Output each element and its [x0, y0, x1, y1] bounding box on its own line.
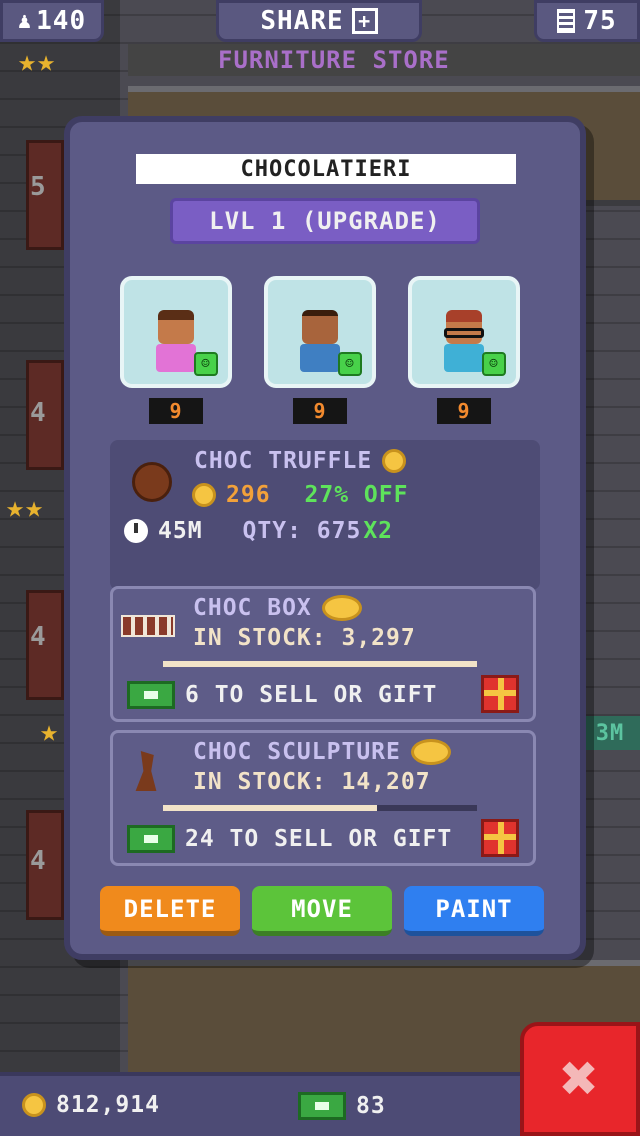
gift-icon[interactable]	[481, 819, 519, 857]
choc-box-icon	[121, 615, 175, 637]
resident-slot[interactable]: ☺ 9	[264, 276, 376, 424]
resident-card[interactable]: ☺	[264, 276, 376, 388]
stock-item-choc-box[interactable]: CHOC BOX IN STOCK: 3,297 6 TO SELL OR GI…	[110, 586, 536, 722]
resident-slot[interactable]: ☺ 9	[120, 276, 232, 424]
stock-time: 45M	[158, 518, 203, 544]
coin-icon	[192, 483, 216, 507]
resident-level: 9	[437, 398, 491, 424]
coin-stack-icon	[321, 595, 362, 621]
stock-progress-fill	[163, 661, 477, 667]
bux-icon	[127, 825, 175, 853]
resident-avatar	[302, 310, 338, 344]
paint-button[interactable]: PAINT	[404, 886, 544, 936]
population-value: 140	[36, 6, 87, 36]
floor-number: 4	[30, 846, 47, 876]
floor-number: 4	[30, 398, 47, 428]
share-button[interactable]: SHARE +	[216, 0, 422, 42]
stock-count: IN STOCK: 14,207	[193, 769, 431, 795]
product-cost: 296	[226, 482, 271, 508]
coins-total: 812,914	[56, 1092, 160, 1118]
stock-progress-bar	[163, 661, 477, 667]
resident-body	[444, 344, 484, 372]
sell-label: 24 TO SELL OR GIFT	[185, 826, 453, 852]
clock-icon	[124, 519, 148, 543]
star-icon: ★	[40, 714, 60, 749]
floors-counter[interactable]: 75	[534, 0, 640, 42]
residents-row: ☺ 9 ☺ 9 ☺ 9	[120, 276, 530, 426]
bux-icon	[298, 1092, 346, 1120]
happy-face-icon: ☺	[194, 352, 218, 376]
plus-square-icon: +	[351, 8, 378, 34]
resident-body	[300, 344, 340, 372]
stock-count: IN STOCK: 3,297	[193, 625, 416, 651]
building-icon	[557, 9, 576, 33]
choc-sculpture-icon	[135, 751, 157, 791]
resident-card[interactable]: ☺	[408, 276, 520, 388]
current-product-card[interactable]: CHOC TRUFFLE 296 27% OFF 45M QTY: 675 X2	[110, 440, 540, 590]
multiplier-label: X2	[363, 518, 394, 544]
population-counter[interactable]: ♟ 140	[0, 0, 104, 42]
stock-progress-fill	[163, 805, 377, 811]
resident-level: 9	[149, 398, 203, 424]
upgrade-button[interactable]: LVL 1 (UPGRADE)	[170, 198, 480, 244]
discount-label: 27% OFF	[304, 482, 409, 508]
coin-icon	[22, 1093, 46, 1117]
choc-truffle-icon	[132, 462, 172, 502]
person-icon: ♟	[17, 8, 33, 34]
business-panel: CHOCOLATIERI LVL 1 (UPGRADE) ☺ 9 ☺ 9 ☺ 9…	[64, 116, 586, 960]
top-bar: ♟ 140 SHARE + 75	[0, 0, 640, 44]
floor-stars: ★★	[18, 44, 57, 79]
resident-slot[interactable]: ☺ 9	[408, 276, 520, 424]
coin-stack-icon	[410, 739, 451, 765]
sell-label: 6 TO SELL OR GIFT	[185, 682, 438, 708]
floor-number: 4	[30, 622, 47, 652]
share-label: SHARE	[260, 6, 344, 36]
floor-timer: 3M	[580, 716, 640, 750]
x-icon: ✖	[560, 1042, 600, 1116]
stock-item-name: CHOC SCULPTURE	[193, 739, 401, 765]
coin-icon	[382, 449, 407, 473]
happy-face-icon: ☺	[338, 352, 362, 376]
happy-face-icon: ☺	[482, 352, 506, 376]
gift-icon[interactable]	[481, 675, 519, 713]
product-name: CHOC TRUFFLE	[194, 448, 373, 474]
resident-avatar	[444, 310, 484, 344]
resident-card[interactable]: ☺	[120, 276, 232, 388]
move-button[interactable]: MOVE	[252, 886, 392, 936]
stock-item-name: CHOC BOX	[193, 595, 312, 621]
floor-name-label: FURNITURE STORE	[128, 44, 640, 76]
glasses-icon	[444, 328, 484, 338]
delete-button[interactable]: DELETE	[100, 886, 240, 936]
resident-avatar	[158, 310, 194, 344]
bux-icon	[127, 681, 175, 709]
stock-progress-bar	[163, 805, 477, 811]
star-icon: ★★	[6, 490, 45, 525]
quantity-label: QTY: 675	[242, 518, 362, 544]
close-button[interactable]: ✖	[520, 1022, 640, 1136]
resident-body	[156, 344, 196, 372]
stock-item-choc-sculpture[interactable]: CHOC SCULPTURE IN STOCK: 14,207 24 TO SE…	[110, 730, 536, 866]
floor-number: 5	[30, 172, 47, 202]
floors-value: 75	[583, 6, 617, 36]
business-name-field[interactable]: CHOCOLATIERI	[136, 154, 516, 184]
bux-total: 83	[356, 1093, 386, 1119]
resident-level: 9	[293, 398, 347, 424]
